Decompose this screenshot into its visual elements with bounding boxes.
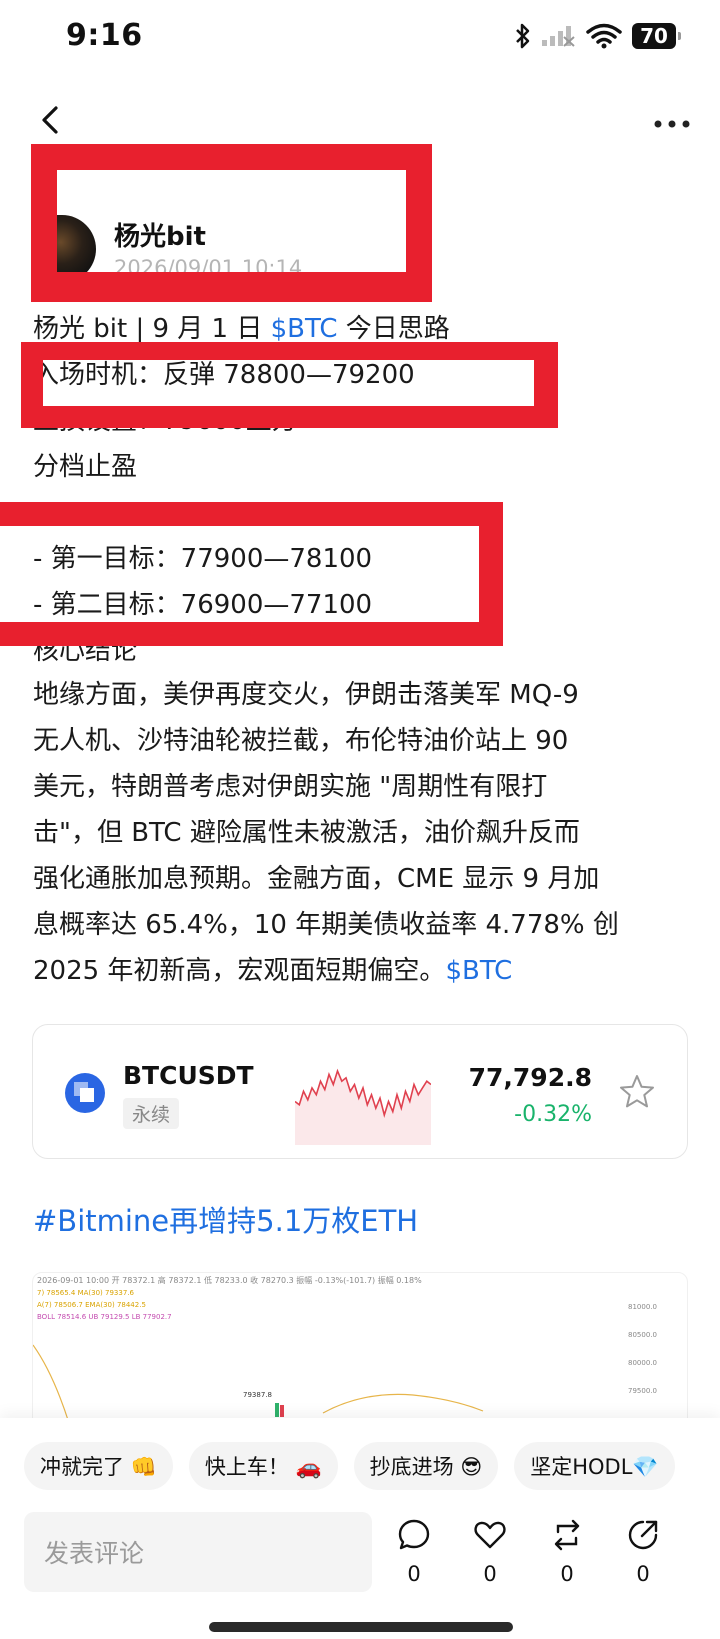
wifi-icon <box>586 23 622 49</box>
like-count: 0 <box>483 1562 497 1586</box>
chart-header-text: 2026-09-01 10:00 开 78372.1 高 78372.1 低 7… <box>37 1275 422 1285</box>
comment-bubble-icon <box>398 1519 430 1550</box>
post-title-suffix: 今日思路 <box>337 314 450 344</box>
redaction-box <box>31 144 432 302</box>
chart-ma-text: 7) 78565.4 MA(30) 79337.6 <box>37 1289 134 1297</box>
reaction-chip[interactable]: 抄底进场 😎 <box>353 1442 499 1490</box>
kline-chart-image[interactable]: 2026-09-01 10:00 开 78372.1 高 78372.1 低 7… <box>32 1272 688 1442</box>
paragraph-line: 美元，特朗普考虑对伊朗实施 "周期性有限打 <box>33 772 548 802</box>
post-paragraph: 地缘方面，美伊再度交火，伊朗击落美军 MQ-9 无人机、沙特油轮被拦截，布伦特油… <box>33 672 693 994</box>
comment-count: 0 <box>407 1562 421 1586</box>
paragraph-last-line: 2025 年初新高，宏观面短期偏空。$BTC <box>33 948 693 994</box>
bluetooth-icon <box>516 23 530 49</box>
chart-price-label: 80000.0 <box>628 1359 657 1367</box>
status-icons: 70 <box>514 22 681 50</box>
home-indicator <box>209 1622 513 1632</box>
paragraph-line: 无人机、沙特油轮被拦截，布伦特油价站上 90 <box>33 726 569 756</box>
redaction-box <box>0 502 503 646</box>
reaction-chip[interactable]: 坚定HODL💎 <box>514 1442 675 1490</box>
repost-icon <box>554 1519 580 1551</box>
like-button[interactable]: 0 <box>465 1518 515 1586</box>
paragraph-line: 息概率达 65.4%，10 年期美债收益率 4.778% 创 <box>33 910 619 940</box>
repost-count: 0 <box>560 1562 574 1586</box>
ticker-card[interactable]: BTCUSDT 永续 77,792.8 -0.32% <box>32 1024 688 1159</box>
comment-input[interactable]: 发表评论 <box>24 1512 372 1592</box>
paragraph-line: 击"，但 BTC 避险属性未被激活，油价飙升反而 <box>33 818 580 848</box>
status-bar: 9:16 70 <box>0 0 720 80</box>
chart-marker-label: 79387.8 <box>243 1391 272 1399</box>
share-count: 0 <box>636 1562 650 1586</box>
redaction-box <box>21 342 558 428</box>
share-button[interactable]: 0 <box>618 1518 668 1586</box>
sparkline-area <box>295 1071 431 1145</box>
back-button[interactable] <box>32 100 68 140</box>
chart-boll-text: BOLL 78514.6 UB 79129.5 LB 77902.7 <box>37 1313 172 1321</box>
chart-price-label: 81000.0 <box>628 1303 657 1311</box>
share-icon <box>628 1520 658 1550</box>
chart-ema-text: A(7) 78506.7 EMA(30) 78442.5 <box>37 1301 146 1309</box>
paragraph-last-text: 2025 年初新高，宏观面短期偏空。 <box>33 956 446 986</box>
chevron-left-icon <box>42 106 58 134</box>
ticker-change: -0.32% <box>514 1102 592 1127</box>
comment-button[interactable]: 0 <box>389 1518 439 1586</box>
cellular-signal-icon <box>542 26 575 47</box>
chart-price-label: 80500.0 <box>628 1331 657 1339</box>
reaction-chip[interactable]: 快上车！ 🚗 <box>188 1442 338 1490</box>
ticker-price: 77,792.8 <box>468 1063 592 1092</box>
bottom-action-panel: 冲就完了 👊 快上车！ 🚗 抄底进场 😎 坚定HODL💎 发表评论 0 0 0 <box>0 1418 720 1639</box>
quick-reactions: 冲就完了 👊 快上车！ 🚗 抄底进场 😎 坚定HODL💎 <box>24 1442 675 1490</box>
paragraph-line: 地缘方面，美伊再度交火，伊朗击落美军 MQ-9 <box>33 680 579 710</box>
kline-chart-svg: 2026-09-01 10:00 开 78372.1 高 78372.1 低 7… <box>33 1275 657 1424</box>
contract-type-badge: 永续 <box>123 1098 180 1129</box>
coin-logo-icon <box>65 1073 105 1113</box>
paragraph-line: 强化通胀加息预期。金融方面，CME 显示 9 月加 <box>33 864 600 894</box>
reaction-chip[interactable]: 冲就完了 👊 <box>24 1442 173 1490</box>
more-options-button[interactable] <box>650 108 694 140</box>
status-time: 9:16 <box>66 18 143 53</box>
hashtag-link[interactable]: #Bitmine再增持5.1万枚ETH <box>33 1198 418 1240</box>
chart-price-label: 79500.0 <box>628 1387 657 1395</box>
btc-cashtag-link[interactable]: $BTC <box>271 314 338 344</box>
battery-indicator: 70 <box>632 23 681 49</box>
more-dots-icon <box>654 120 690 128</box>
btc-cashtag-link[interactable]: $BTC <box>445 956 512 986</box>
take-profit-line: 分档止盈 <box>33 452 138 482</box>
repost-button[interactable]: 0 <box>542 1518 592 1586</box>
heart-icon <box>474 1521 506 1549</box>
price-sparkline <box>295 1068 431 1145</box>
ticker-symbol: BTCUSDT <box>123 1061 254 1090</box>
favorite-star-icon[interactable] <box>618 1073 656 1111</box>
post-title-text: 杨光 bit | 9 月 1 日 <box>33 314 271 344</box>
